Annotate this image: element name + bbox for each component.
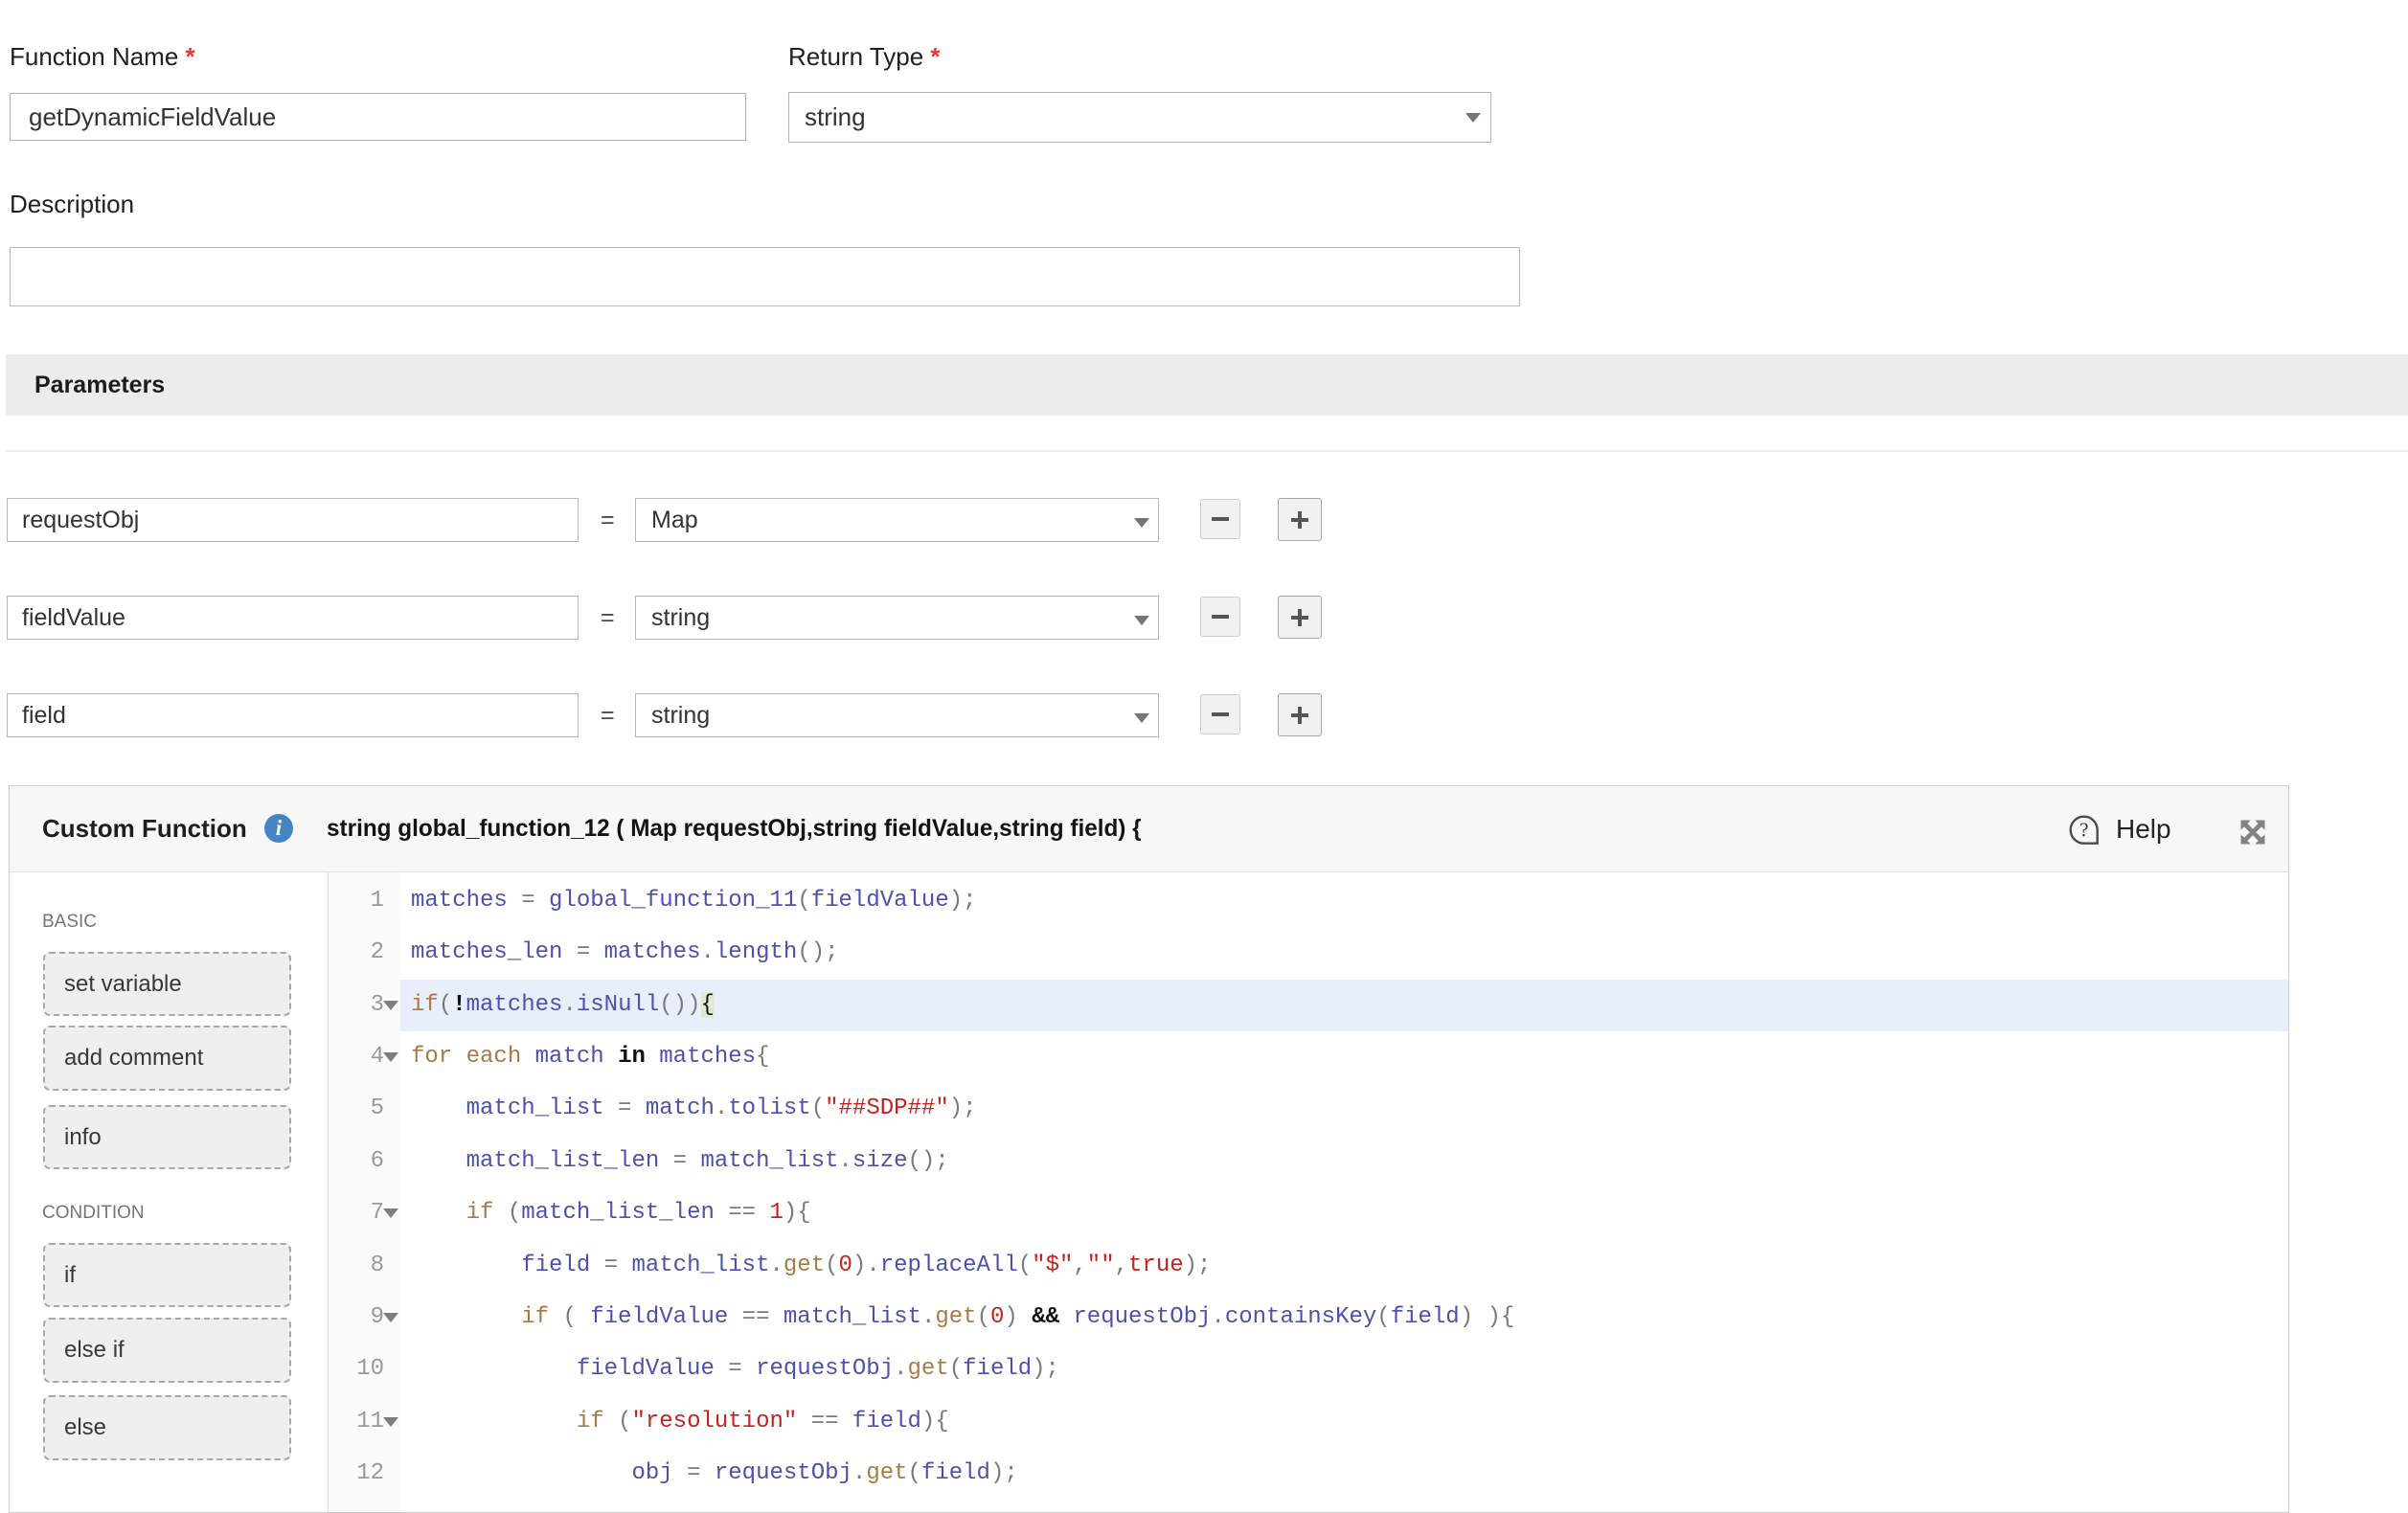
svg-text:?: ? <box>2079 819 2088 842</box>
